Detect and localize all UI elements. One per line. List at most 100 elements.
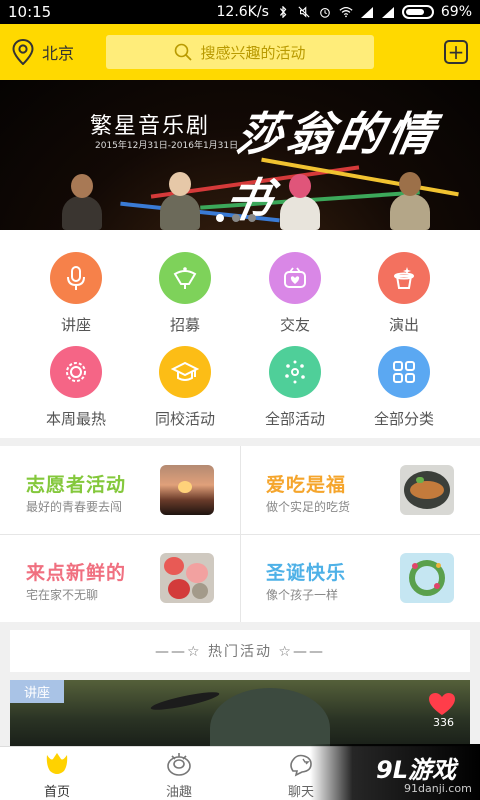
promo-divider-horizontal <box>0 534 480 535</box>
carousel-dots <box>216 214 256 222</box>
category-lecture[interactable]: 讲座 <box>21 252 131 335</box>
city-selector[interactable]: 北京 <box>12 39 94 65</box>
promo-grid: 志愿者活动 最好的青春要去闯 爱吃是福 做个实足的吃货 来点新鲜的 宅在家不无聊… <box>0 446 480 622</box>
category-show[interactable]: 演出 <box>349 252 459 335</box>
category-circle <box>269 346 321 398</box>
performer-4 <box>390 172 430 230</box>
tab-label: 油趣 <box>165 785 192 800</box>
graduation-cap-icon <box>171 361 199 381</box>
search-icon <box>175 43 193 61</box>
promo-title: 爱吃是福 <box>266 474 347 496</box>
badge-icon <box>66 362 86 382</box>
carousel-dot <box>248 214 256 222</box>
watermark-domain: 91danji.com <box>404 782 472 795</box>
battery-icon <box>401 5 434 19</box>
tab-home[interactable]: 首页 <box>17 747 97 800</box>
card-image-umbrella <box>149 688 221 714</box>
promo-subtitle: 宅在家不无聊 <box>26 588 99 602</box>
promo-title: 来点新鲜的 <box>26 562 127 584</box>
fish-dish-photo <box>400 465 454 515</box>
promo-subtitle: 像个孩子一样 <box>266 588 339 602</box>
megaphone-icon <box>173 267 197 289</box>
battery-level: 69% <box>440 4 472 20</box>
grid-icon <box>393 361 415 383</box>
category-circle <box>269 252 321 304</box>
promo-subtitle: 做个实足的吃货 <box>266 500 351 514</box>
watermark-brand: 9L游戏 <box>376 756 456 784</box>
top-bar: 北京 搜感兴趣的活动 + <box>0 24 480 80</box>
hot-activities-header: ——☆ 热门活动 ☆—— <box>10 630 470 672</box>
wifi-icon <box>339 7 353 18</box>
category-all-activities[interactable]: 全部活动 <box>240 346 350 429</box>
location-pin-icon <box>12 39 34 65</box>
search-input[interactable]: 搜感兴趣的活动 <box>106 35 374 69</box>
magic-hat-icon <box>394 267 414 289</box>
flowers-photo <box>160 553 214 603</box>
category-circle <box>50 252 102 304</box>
category-weekly-hot[interactable]: 本周最热 <box>21 346 131 429</box>
status-right: 12.6K/s 69% <box>217 4 473 20</box>
search-placeholder: 搜感兴趣的活动 <box>200 43 306 62</box>
category-circle <box>159 252 211 304</box>
performer-3 <box>280 174 320 230</box>
promo-title: 圣诞快乐 <box>266 562 347 584</box>
mute-icon <box>298 6 310 18</box>
alarm-icon <box>320 8 330 18</box>
category-circle <box>159 346 211 398</box>
category-label: 演出 <box>388 316 419 334</box>
category-circle <box>50 346 102 398</box>
category-label: 交友 <box>279 316 310 334</box>
banner-carousel[interactable]: 繁星音乐剧 2015年12月31日-2016年1月31日 莎翁的情书 <box>0 80 480 230</box>
banner-title: 繁星音乐剧 <box>90 114 211 139</box>
category-same-school[interactable]: 同校活动 <box>130 346 240 429</box>
category-label: 本周最热 <box>45 410 106 428</box>
carousel-dot <box>216 214 224 222</box>
signal-icon-1 <box>360 7 373 18</box>
watermark: 9L游戏 91danji.com <box>310 744 480 800</box>
promo-volunteer[interactable]: 志愿者活动 最好的青春要去闯 <box>0 446 240 534</box>
interest-icon <box>167 753 191 776</box>
category-label: 全部活动 <box>264 410 325 428</box>
category-label: 讲座 <box>60 316 91 334</box>
card-image-figure <box>210 688 330 746</box>
city-label: 北京 <box>42 44 75 63</box>
add-icon: + <box>447 40 465 64</box>
performer-2 <box>160 172 200 230</box>
category-label: 招募 <box>169 316 200 334</box>
status-time: 10:15 <box>8 3 52 21</box>
category-circle <box>378 346 430 398</box>
add-activity-button[interactable]: + <box>444 40 468 64</box>
tab-label: 首页 <box>43 785 70 800</box>
promo-christmas[interactable]: 圣诞快乐 像个孩子一样 <box>240 534 480 622</box>
carousel-dot <box>232 214 240 222</box>
heart-icon[interactable] <box>428 692 456 716</box>
activity-card[interactable]: 讲座 336 <box>10 680 470 746</box>
category-circle <box>378 252 430 304</box>
home-icon <box>46 753 68 774</box>
promo-title: 志愿者活动 <box>26 474 127 496</box>
promo-foodie[interactable]: 爱吃是福 做个实足的吃货 <box>240 446 480 534</box>
tab-interest[interactable]: 油趣 <box>139 747 219 800</box>
promo-subtitle: 最好的青春要去闯 <box>26 500 123 514</box>
sparkles-icon <box>285 360 305 384</box>
status-bar: 10:15 12.6K/s 69% <box>0 0 480 24</box>
bluetooth-icon <box>279 6 287 18</box>
microphone-icon <box>67 266 85 290</box>
net-speed: 12.6K/s <box>216 4 269 20</box>
category-recruit[interactable]: 招募 <box>130 252 240 335</box>
like-count: 336 <box>433 716 454 729</box>
banner-dates: 2015年12月31日-2016年1月31日 <box>95 141 239 151</box>
friends-icon <box>284 267 306 288</box>
category-all-categories[interactable]: 全部分类 <box>349 346 459 429</box>
category-grid: 讲座 招募 交友 演出 本周最热 同校活动 全部活动 全部分类 <box>0 230 480 438</box>
category-friends[interactable]: 交友 <box>240 252 350 335</box>
sunset-photo <box>160 465 214 515</box>
category-label: 全部分类 <box>373 410 434 428</box>
hot-activities-title: ——☆ 热门活动 ☆—— <box>154 644 325 660</box>
wreath-photo <box>400 553 454 603</box>
banner-calligraphy: 莎翁的情书 <box>220 107 443 227</box>
signal-icon-2 <box>381 7 394 18</box>
promo-fresh[interactable]: 来点新鲜的 宅在家不无聊 <box>0 534 240 622</box>
activity-tag: 讲座 <box>10 680 65 703</box>
performer-1 <box>62 174 102 230</box>
